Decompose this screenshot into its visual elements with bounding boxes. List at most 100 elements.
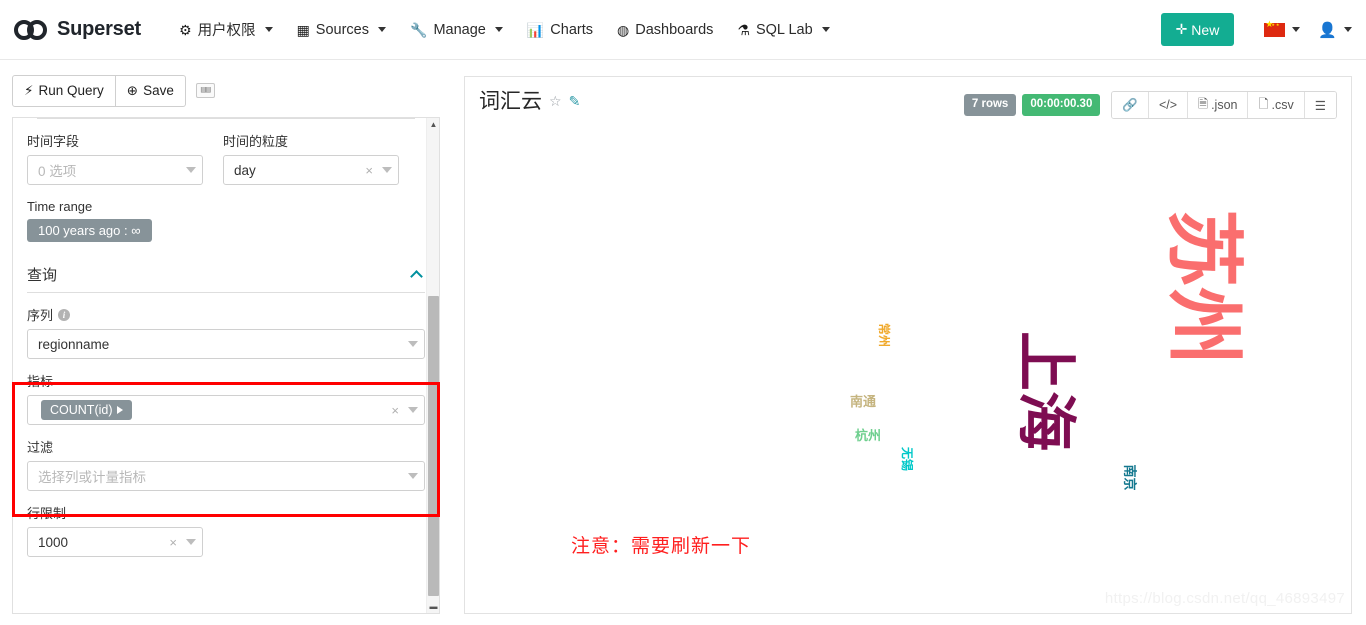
filter-select[interactable]: 选择列或计量指标 [27,461,425,491]
chart-menu-button[interactable]: ☰ [1304,92,1336,118]
control-panel-body: 时间字段 0 选项 时间的粒度 day × Time range 100 yea… [12,117,440,614]
metric-tag[interactable]: COUNT(id) [41,400,132,420]
control-panel: ⚡ Run Query ⊕ Save ▤▤ 时间字段 0 选项 时间的粒度 da… [0,61,452,625]
watermark-text: https://blog.csdn.net/qq_46893497 [1104,590,1345,607]
chevron-down-icon [186,539,196,545]
chevron-down-icon [408,473,418,479]
nav-item-sources[interactable]: ▦ Sources [285,10,398,50]
brand-title: Superset [57,18,141,40]
chevron-down-icon[interactable] [1292,27,1301,32]
scrollbar-thumb[interactable] [428,296,439,596]
time-field-group: 时间字段 0 选项 [27,119,203,185]
query-button-group: ⚡ Run Query ⊕ Save [12,75,186,107]
chart-action-bar: 🔗 </> 🗎 .json 🗋 .csv ☰ [1111,91,1337,119]
edit-icon[interactable]: ✎ [569,93,581,110]
series-group: 序列 i regionname [27,305,425,359]
nav-item-user-permissions[interactable]: ⚙ 用户权限 [167,10,285,50]
time-grain-select[interactable]: day × [223,155,399,185]
bar-chart-icon: 📊 [526,21,545,38]
query-section-title: 查询 [27,267,58,284]
series-value: regionname [38,336,110,352]
china-flag-icon[interactable] [1264,20,1286,37]
export-json-button[interactable]: 🗎 .json [1188,92,1249,118]
share-link-button[interactable]: 🔗 [1112,92,1149,118]
navbar-right-group: ✛ New 👤 [1160,13,1352,46]
gears-icon: ⚙ [179,21,192,38]
chevron-down-icon [186,167,196,173]
series-label-text: 序列 [27,308,54,323]
scroll-up-icon[interactable]: ▲ [427,118,439,131]
query-time-badge: 00:00:00.30 [1022,94,1101,116]
chevron-down-icon [821,27,830,32]
filter-group: 过滤 选择列或计量指标 [27,437,425,491]
wordcloud-chart[interactable]: 注意：需要刷新一下 https://blog.csdn.net/qq_46893… [465,133,1351,611]
scroll-down-icon[interactable]: ▬ [427,600,439,613]
nav-label: Sources [315,21,369,38]
time-field-select[interactable]: 0 选项 [27,155,203,185]
nav-item-dashboards[interactable]: ◍ Dashboards [605,10,725,50]
clear-icon[interactable]: × [358,163,380,178]
wordcloud-word[interactable]: 无锡 [900,447,914,471]
clear-icon[interactable]: × [162,535,184,550]
nav-item-charts[interactable]: 📊 Charts [515,10,605,50]
chart-panel: 词汇云 ☆ ✎ 7 rows 00:00:00.30 🔗 </> 🗎 .json [464,76,1352,614]
link-icon: 🔗 [1122,97,1138,112]
control-panel-fields: 时间字段 0 选项 时间的粒度 day × Time range 100 yea… [13,118,439,557]
time-grain-group: 时间的粒度 day × [223,119,399,185]
time-row: 时间字段 0 选项 时间的粒度 day × [27,119,425,185]
top-navbar: Superset ⚙ 用户权限 ▦ Sources 🔧 Manage 📊 Cha… [0,0,1366,60]
export-csv-button[interactable]: 🗋 .csv [1248,92,1305,118]
nav-label: 用户权限 [197,23,256,39]
chart-header: 词汇云 ☆ ✎ 7 rows 00:00:00.30 🔗 </> 🗎 .json [465,77,1351,133]
code-icon: </> [1158,98,1178,112]
export-json-label: .json [1211,98,1238,112]
user-icon[interactable]: 👤 [1318,21,1337,39]
keyboard-icon[interactable]: ▤▤ [195,83,215,99]
row-limit-group: 行限制 1000 × [27,503,425,557]
json-file-icon: 🗎 [1198,96,1209,111]
control-panel-scrollbar[interactable]: ▲ ▬ [426,118,439,613]
play-triangle-icon [116,406,123,414]
run-query-label: Run Query [38,83,104,98]
wordcloud-word[interactable]: 南京 [1122,464,1137,490]
time-range-value[interactable]: 100 years ago : ∞ [27,219,152,242]
nav-label: Charts [550,21,593,38]
view-query-button[interactable]: </> [1148,92,1189,118]
new-button-label: New [1191,21,1220,38]
wordcloud-word[interactable]: 苏州 [1158,209,1248,365]
row-limit-label: 行限制 [27,506,67,521]
nav-item-manage[interactable]: 🔧 Manage [398,10,515,50]
wordcloud-word[interactable]: 常州 [877,323,891,347]
row-limit-select[interactable]: 1000 × [27,527,203,557]
page-title: 词汇云 [479,90,542,113]
flask-icon: ⚗ [737,21,750,38]
info-icon[interactable]: i [58,308,71,321]
metric-select[interactable]: COUNT(id) × [27,395,425,425]
chevron-down-icon[interactable] [1344,27,1352,32]
time-field-value: 0 选项 [38,164,77,179]
series-select[interactable]: regionname [27,329,425,359]
save-button[interactable]: ⊕ Save [115,75,186,107]
star-icon[interactable]: ☆ [549,93,562,110]
wordcloud-word[interactable]: 上海 [1010,331,1080,451]
superset-explore-page: Superset ⚙ 用户权限 ▦ Sources 🔧 Manage 📊 Cha… [0,0,1366,625]
series-label: 序列 i [27,305,425,324]
save-label: Save [143,83,174,98]
query-section-header[interactable]: 查询 [27,264,425,293]
chevron-down-icon [408,341,418,347]
metric-tag-label: COUNT(id) [50,403,113,417]
chevron-up-icon [410,270,423,283]
brand-logo-link[interactable]: Superset [14,18,141,41]
filter-label: 过滤 [27,440,54,455]
csv-file-icon: 🗋 [1258,96,1269,111]
wordcloud-word[interactable]: 杭州 [855,430,881,443]
clear-icon[interactable]: × [384,403,406,418]
new-button[interactable]: ✛ New [1160,13,1235,46]
dashboard-icon: ◍ [617,21,630,38]
nav-item-sql-lab[interactable]: ⚗ SQL Lab [725,10,841,50]
run-query-button[interactable]: ⚡ Run Query [12,75,116,107]
chart-title-group: 词汇云 ☆ ✎ [479,91,580,112]
filter-value: 选择列或计量指标 [38,470,146,485]
wordcloud-word[interactable]: 南通 [850,396,876,409]
chevron-down-icon [494,27,503,32]
